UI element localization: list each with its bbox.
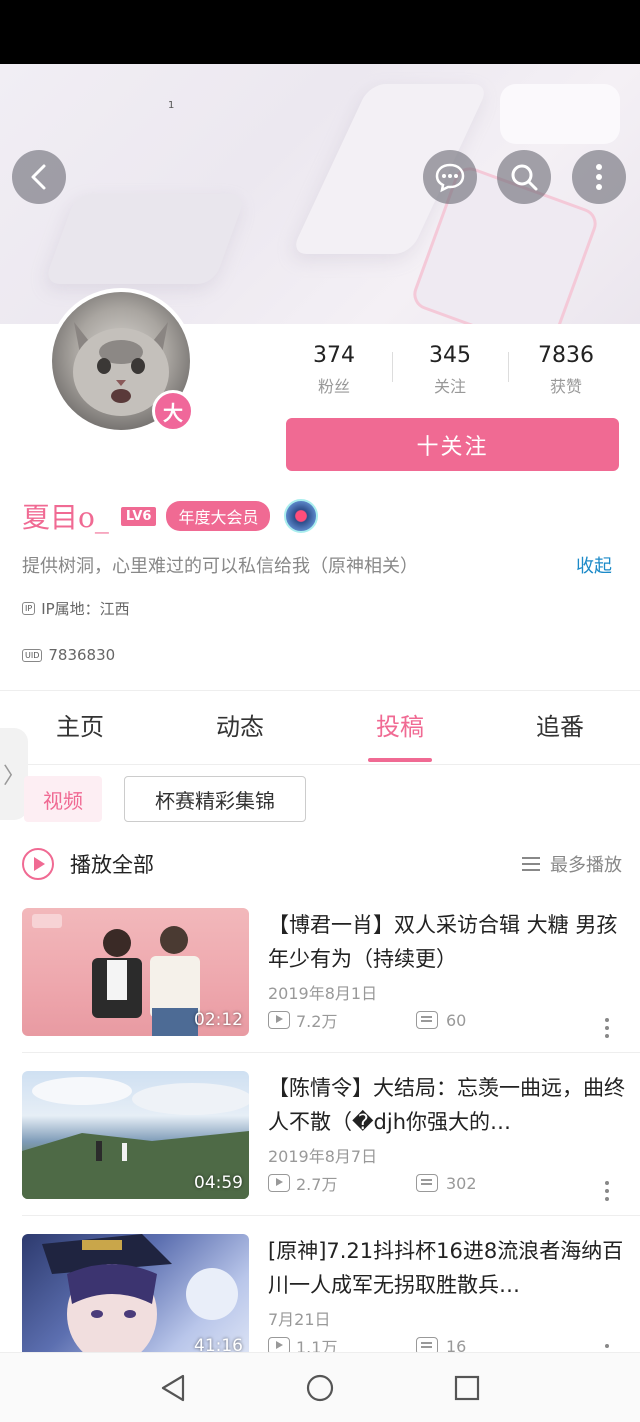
video-date: 2019年8月1日 (268, 984, 378, 1003)
more-options-button[interactable] (572, 150, 626, 204)
danmaku-icon (416, 1174, 438, 1192)
play-all-button[interactable]: 播放全部 (70, 849, 522, 879)
ip-tag-icon: IP (22, 602, 36, 615)
stat-value: 345 (429, 343, 471, 368)
video-date: 7月21日 (268, 1310, 331, 1329)
stat-likes[interactable]: 7836 获赞 (508, 340, 624, 402)
triangle-back-icon (162, 1374, 185, 1401)
nav-recents-button[interactable] (437, 1358, 497, 1418)
video-duration: 04:59 (194, 1173, 243, 1193)
banner-corner-text: 1 (168, 100, 175, 111)
medal-icon[interactable] (284, 499, 319, 533)
sort-list-icon (522, 857, 540, 871)
tab-bangumi[interactable]: 追番 (480, 692, 640, 764)
ip-location-row: IP IP属地：江西 (22, 598, 130, 619)
nav-home-button[interactable] (290, 1358, 350, 1418)
banner-shape (500, 84, 620, 144)
video-duration: 02:12 (194, 1010, 243, 1030)
video-more-button[interactable] (600, 1181, 614, 1205)
video-title[interactable]: 【博君一肖】双人采访合辑 大糖 男孩年少有为（持续更） (268, 908, 628, 976)
verified-badge: 大 (152, 390, 194, 432)
name-row: 夏目o_ LV6 年度大会员 (22, 496, 319, 536)
filter-video-chip[interactable]: 视频 (24, 776, 102, 822)
uid-row: UID 7836830 (22, 646, 115, 664)
ip-location: IP属地：江西 (41, 600, 130, 618)
play-circle-icon[interactable] (22, 848, 54, 880)
video-title[interactable]: 【陈情令】大结局：忘羡一曲远，曲终人不散（�djh你强大的… (268, 1071, 628, 1139)
level-badge: LV6 (120, 506, 157, 526)
stat-following[interactable]: 345 关注 (392, 340, 508, 402)
video-thumbnail[interactable]: 02:12 (22, 908, 249, 1036)
video-thumbnail[interactable]: 41:16 (22, 1234, 249, 1362)
danmaku-icon (416, 1011, 438, 1029)
more-vertical-icon (596, 164, 602, 190)
stat-label: 粉丝 (317, 377, 350, 396)
vip-badge[interactable]: 年度大会员 (166, 501, 271, 531)
banner-shape (43, 194, 247, 284)
chat-bubble-icon (435, 163, 465, 193)
bio-text: 提供树洞，心里难过的可以私信给我（原神相关） (22, 556, 418, 577)
stat-value: 7836 (538, 343, 594, 368)
stat-fans[interactable]: 374 粉丝 (276, 340, 392, 402)
system-navigation-bar (0, 1352, 640, 1422)
message-button[interactable] (423, 150, 477, 204)
follow-button[interactable]: 十关注 (286, 418, 619, 471)
tab-dynamics[interactable]: 动态 (160, 692, 320, 764)
profile-tabs: 主页 动态 投稿 追番 (0, 692, 640, 764)
uid-value: 7836830 (48, 646, 116, 664)
status-bar (0, 0, 640, 64)
video-more-button[interactable] (600, 1018, 614, 1042)
stat-value: 374 (313, 343, 355, 368)
video-title[interactable]: [原神]7.21抖抖杯16进8流浪者海纳百川一人成军无拐取胜散兵… (268, 1234, 628, 1302)
divider (0, 690, 640, 691)
play-all-row: 播放全部 最多播放 (22, 842, 622, 886)
list-item[interactable]: 02:12 【博君一肖】双人采访合辑 大糖 男孩年少有为（持续更） 2019年8… (0, 908, 640, 1058)
view-count: 7.2万 (296, 1012, 338, 1031)
video-date: 2019年8月7日 (268, 1147, 378, 1166)
view-count: 2.7万 (296, 1175, 338, 1194)
search-icon (511, 164, 538, 191)
play-count-icon (268, 1174, 290, 1192)
video-thumbnail[interactable]: 04:59 (22, 1071, 249, 1199)
tab-uploads[interactable]: 投稿 (320, 692, 480, 764)
danmaku-count: 302 (446, 1173, 477, 1193)
divider (22, 1215, 640, 1216)
back-button[interactable] (12, 150, 66, 204)
square-recents-icon (454, 1375, 479, 1400)
username: 夏目o_ (22, 501, 109, 534)
video-stats: 2.7万 302 (268, 1171, 477, 1195)
sort-button[interactable]: 最多播放 (522, 851, 622, 877)
collapse-bio-link[interactable]: 收起 (576, 552, 612, 578)
circle-home-icon (306, 1374, 334, 1401)
danmaku-count: 60 (446, 1010, 467, 1030)
profile-stats: 374 粉丝 345 关注 7836 获赞 (276, 340, 624, 402)
search-button[interactable] (497, 150, 551, 204)
chevron-left-icon (31, 164, 46, 190)
uid-tag-icon: UID (22, 648, 43, 662)
list-item[interactable]: 04:59 【陈情令】大结局：忘羡一曲远，曲终人不散（�djh你强大的… 201… (0, 1071, 640, 1221)
video-stats: 7.2万 60 (268, 1008, 466, 1032)
filter-collection-chip[interactable]: 杯赛精彩集锦 (124, 776, 306, 822)
divider (0, 764, 640, 765)
divider (22, 1052, 640, 1053)
stat-label: 关注 (433, 377, 466, 396)
nav-back-button[interactable] (143, 1358, 203, 1418)
stat-label: 获赞 (549, 377, 582, 396)
play-count-icon (268, 1011, 290, 1029)
sort-label: 最多播放 (550, 855, 622, 876)
